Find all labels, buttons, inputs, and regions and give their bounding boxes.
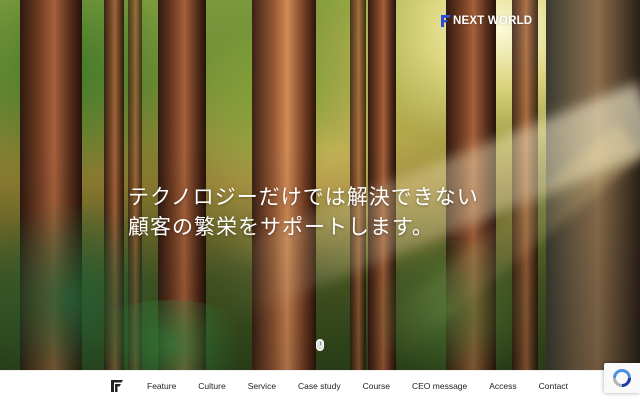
bottom-nav: Feature Culture Service Case study Cours… [0, 370, 640, 401]
ff-logo-icon[interactable] [110, 379, 124, 393]
mouse-scroll-icon[interactable] [316, 339, 324, 351]
nav-item-course[interactable]: Course [352, 381, 401, 391]
brand-logo[interactable]: NEXT WORLD [440, 14, 532, 28]
recaptcha-icon [613, 369, 631, 387]
nav-item-case-study[interactable]: Case study [287, 381, 352, 391]
brand-name: NEXT WORLD [453, 15, 533, 27]
recaptcha-badge[interactable] [604, 363, 640, 393]
nav-item-culture[interactable]: Culture [187, 381, 236, 391]
headline-line-2: 顧客の繁栄をサポートします。 [128, 215, 434, 239]
nav-item-contact[interactable]: Contact [528, 381, 579, 391]
headline-line-1: テクノロジーだけでは解決できない [128, 185, 479, 209]
nav-item-feature[interactable]: Feature [136, 381, 187, 391]
nav-menu: Feature Culture Service Case study Cours… [136, 371, 579, 401]
nav-item-service[interactable]: Service [237, 381, 287, 391]
nav-item-ceo-message[interactable]: CEO message [401, 381, 478, 391]
hero-headline: テクノロジーだけでは解決できない 顧客の繁栄をサポートします。 [128, 182, 479, 242]
nav-item-access[interactable]: Access [478, 381, 527, 391]
logo-mark-icon [441, 15, 451, 27]
